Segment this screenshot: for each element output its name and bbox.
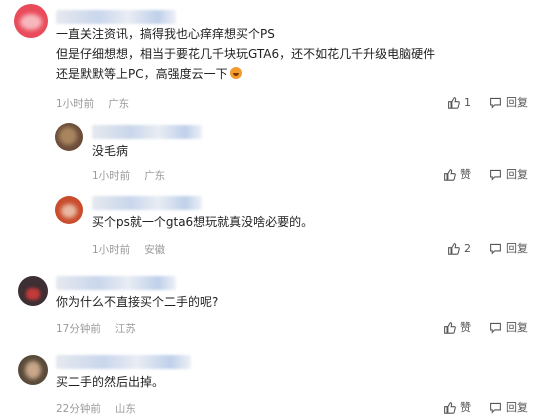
thumbs-up-icon xyxy=(448,242,460,255)
reply-button[interactable]: 回复 xyxy=(489,166,528,182)
comment-meta: 1小时前 安徽 xyxy=(92,242,179,257)
username[interactable] xyxy=(92,125,202,139)
reply-button[interactable]: 回复 xyxy=(489,399,528,415)
timestamp: 17分钟前 xyxy=(56,323,101,335)
comment-text: 没毛病 xyxy=(92,144,129,158)
username[interactable] xyxy=(56,276,176,290)
thumbs-up-icon xyxy=(448,96,460,109)
like-button[interactable]: 赞 xyxy=(443,399,471,415)
like-label: 赞 xyxy=(460,168,471,181)
comment-meta: 17分钟前 江苏 xyxy=(56,321,150,336)
reply-label: 回复 xyxy=(506,321,528,334)
reply-button[interactable]: 回复 xyxy=(489,240,528,256)
avatar[interactable] xyxy=(14,4,48,38)
reply-item: 买个ps就一个gta6想玩就真没啥必要的。 1小时前 安徽 2 回复 xyxy=(0,190,550,265)
like-button[interactable]: 赞 xyxy=(443,319,471,335)
reply-button[interactable]: 回复 xyxy=(489,94,528,110)
reply-item: 你为什么不直接买个二手的呢? 17分钟前 江苏 赞 回复 xyxy=(0,268,550,343)
avatar[interactable] xyxy=(18,276,48,306)
comment-text: 一直关注资讯，搞得我也心痒痒想买个PS 但是仔细想想，相当于要花几千块玩GTA6… xyxy=(56,27,436,81)
avatar[interactable] xyxy=(18,355,48,385)
reply-item: 没毛病 1小时前 广东 赞 回复 xyxy=(0,115,550,190)
location: 广东 xyxy=(108,98,130,110)
avatar[interactable] xyxy=(55,123,83,151)
timestamp: 1小时前 xyxy=(56,98,95,110)
location: 山东 xyxy=(114,403,136,415)
reply-label: 回复 xyxy=(506,242,528,255)
reply-icon xyxy=(490,243,501,255)
like-label: 赞 xyxy=(460,401,471,414)
thumbs-up-icon xyxy=(444,321,456,334)
timestamp: 22分钟前 xyxy=(56,403,101,415)
emoji-icon xyxy=(229,67,242,79)
reply-icon xyxy=(490,402,501,414)
avatar[interactable] xyxy=(55,196,83,224)
timestamp: 1小时前 xyxy=(92,244,131,256)
username[interactable] xyxy=(56,355,191,369)
timestamp: 1小时前 xyxy=(92,170,131,182)
location: 江苏 xyxy=(114,323,136,335)
like-button[interactable]: 赞 xyxy=(443,166,471,182)
location: 安徽 xyxy=(144,244,166,256)
like-count: 1 xyxy=(464,95,471,109)
reply-button[interactable]: 回复 xyxy=(489,319,528,335)
like-count: 2 xyxy=(464,241,471,255)
reply-icon xyxy=(490,169,501,181)
thumbs-up-icon xyxy=(444,401,456,414)
reply-icon xyxy=(490,322,501,334)
like-label: 赞 xyxy=(460,321,471,334)
like-button[interactable]: 1 xyxy=(447,96,471,109)
comment-meta: 1小时前 广东 xyxy=(56,96,143,111)
username[interactable] xyxy=(92,196,202,210)
comment-text: 你为什么不直接买个二手的呢? xyxy=(56,295,219,309)
reply-icon xyxy=(490,97,501,109)
thumbs-up-icon xyxy=(444,168,456,181)
comment-meta: 1小时前 广东 xyxy=(92,168,179,183)
reply-label: 回复 xyxy=(506,96,528,109)
like-button[interactable]: 2 xyxy=(447,242,471,255)
username[interactable] xyxy=(56,10,176,24)
comment-item: 一直关注资讯，搞得我也心痒痒想买个PS 但是仔细想想，相当于要花几千块玩GTA6… xyxy=(0,0,550,115)
comment-text: 买个ps就一个gta6想玩就真没啥必要的。 xyxy=(92,215,314,229)
reply-label: 回复 xyxy=(506,401,528,414)
comment-text: 买二手的然后出掉。 xyxy=(56,375,165,389)
reply-label: 回复 xyxy=(506,168,528,181)
reply-item: 买二手的然后出掉。 22分钟前 山东 赞 回复 xyxy=(0,347,550,419)
comment-meta: 22分钟前 山东 xyxy=(56,401,150,416)
location: 广东 xyxy=(144,170,166,182)
